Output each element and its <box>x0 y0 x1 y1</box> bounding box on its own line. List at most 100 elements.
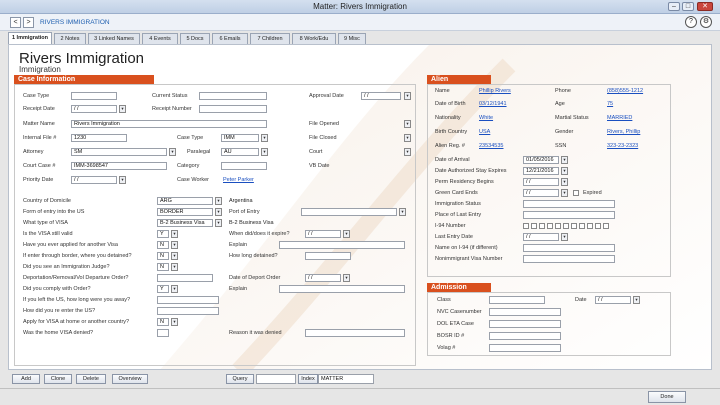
gender-value[interactable]: Rivers, Phillip <box>607 129 640 135</box>
still-valid-field[interactable]: Y <box>157 230 169 238</box>
expired-checkbox[interactable] <box>573 190 579 196</box>
forward-button[interactable]: > <box>23 17 34 28</box>
query-button[interactable]: Query <box>226 374 254 384</box>
last-entry-place-field[interactable] <box>523 211 615 219</box>
tab-children[interactable]: 7 Children <box>250 33 290 44</box>
add-button[interactable]: Add <box>12 374 40 384</box>
judge-dropdown[interactable]: ▾ <box>171 263 178 271</box>
comply-dropdown[interactable]: ▾ <box>171 285 178 293</box>
left-us-field[interactable] <box>157 296 219 304</box>
tab-events[interactable]: 4 Events <box>142 33 178 44</box>
close-button[interactable]: ✕ <box>697 2 713 11</box>
attorney-dropdown[interactable]: ▾ <box>169 148 176 156</box>
apply-home-field[interactable]: N <box>157 318 169 326</box>
tab-misc[interactable]: 9 Misc <box>338 33 366 44</box>
done-button[interactable]: Done <box>648 391 686 403</box>
admission-date-field[interactable]: / / <box>595 296 631 304</box>
reason-denied-field[interactable] <box>305 329 405 337</box>
tab-linked-names[interactable]: 3 Linked Names <box>88 33 140 44</box>
i94-digit[interactable] <box>587 223 593 229</box>
last-entry-date-picker[interactable]: ▾ <box>561 233 568 241</box>
receipt-number-field[interactable] <box>199 105 267 113</box>
court-dropdown[interactable]: ▾ <box>404 148 411 156</box>
i94-digit[interactable] <box>595 223 601 229</box>
reenter-field[interactable] <box>157 307 219 315</box>
deportation-field[interactable] <box>157 274 213 282</box>
ssn-value[interactable]: 323-23-2323 <box>607 143 638 149</box>
index-field[interactable]: MATTER <box>318 374 374 384</box>
overview-button[interactable]: Overview <box>112 374 148 384</box>
tab-work-edu[interactable]: 8 Work/Edu <box>292 33 336 44</box>
perm-res-field[interactable]: / / <box>523 178 559 186</box>
bosr-field[interactable] <box>489 332 561 340</box>
tab-immigration[interactable]: 1 Immigration <box>8 32 52 44</box>
current-status-field[interactable] <box>199 92 267 100</box>
case-type-field[interactable] <box>71 92 117 100</box>
expire-field[interactable]: / / <box>305 230 341 238</box>
applied-other-dropdown[interactable]: ▾ <box>171 241 178 249</box>
form-entry-field[interactable]: BORDER <box>157 208 213 216</box>
maximize-button[interactable]: □ <box>682 2 694 11</box>
breadcrumb[interactable]: RIVERS IMMIGRATION <box>40 19 110 26</box>
internal-file-field[interactable]: 1230 <box>71 134 127 142</box>
age-value[interactable]: 75 <box>607 101 613 107</box>
court-case-field[interactable]: IMM-3698547 <box>71 162 167 170</box>
class-field[interactable] <box>489 296 545 304</box>
delete-button[interactable]: Delete <box>76 374 106 384</box>
still-valid-dropdown[interactable]: ▾ <box>171 230 178 238</box>
i94-digit[interactable] <box>603 223 609 229</box>
judge-field[interactable]: N <box>157 263 169 271</box>
country-domicile-dropdown[interactable]: ▾ <box>215 197 222 205</box>
detained-dropdown[interactable]: ▾ <box>171 252 178 260</box>
expire-picker[interactable]: ▾ <box>343 230 350 238</box>
i94-digit[interactable] <box>547 223 553 229</box>
receipt-date-picker[interactable]: ▾ <box>119 105 126 113</box>
alien-reg-value[interactable]: 23534535 <box>479 143 503 149</box>
home-denied-field[interactable] <box>157 329 169 337</box>
minimize-button[interactable]: – <box>668 2 680 11</box>
priority-date-field[interactable]: / / <box>71 176 117 184</box>
perm-res-picker[interactable]: ▾ <box>561 178 568 186</box>
case-type2-dropdown[interactable]: ▾ <box>261 134 268 142</box>
comply-field[interactable]: Y <box>157 285 169 293</box>
file-opened-picker[interactable]: ▾ <box>404 120 411 128</box>
i94-digit[interactable] <box>531 223 537 229</box>
imm-status-field[interactable] <box>523 200 615 208</box>
stay-expires-picker[interactable]: ▾ <box>561 167 568 175</box>
settings-icon[interactable]: ⚙ <box>700 16 712 28</box>
tab-notes[interactable]: 2 Notes <box>54 33 86 44</box>
i94-digit[interactable] <box>563 223 569 229</box>
stay-expires-field[interactable]: 12/21/2016 <box>523 167 559 175</box>
priority-date-picker[interactable]: ▾ <box>119 176 126 184</box>
deport-date-picker[interactable]: ▾ <box>343 274 350 282</box>
nvc-field[interactable] <box>489 308 561 316</box>
nationality-value[interactable]: White <box>479 115 493 121</box>
i94-digit[interactable] <box>571 223 577 229</box>
visa-type-dropdown[interactable]: ▾ <box>215 219 222 227</box>
tab-docs[interactable]: 5 Docs <box>180 33 210 44</box>
i94-digit[interactable] <box>579 223 585 229</box>
arrival-picker[interactable]: ▾ <box>561 156 568 164</box>
dol-field[interactable] <box>489 320 561 328</box>
alien-name-link[interactable]: Phillip Rivers <box>479 88 511 94</box>
port-entry-dropdown[interactable]: ▾ <box>399 208 406 216</box>
how-long-detained-field[interactable] <box>305 252 351 260</box>
explain1-field[interactable] <box>279 241 405 249</box>
case-worker-link[interactable]: Peter Parker <box>223 177 254 183</box>
apply-home-dropdown[interactable]: ▾ <box>171 318 178 326</box>
form-entry-dropdown[interactable]: ▾ <box>215 208 222 216</box>
file-closed-picker[interactable]: ▾ <box>404 134 411 142</box>
approval-date-field[interactable]: / / <box>361 92 401 100</box>
matter-name-field[interactable]: Rivers Immigration <box>71 120 267 128</box>
case-type2-field[interactable]: IMM <box>221 134 259 142</box>
detained-field[interactable]: N <box>157 252 169 260</box>
country-domicile-field[interactable]: ARG <box>157 197 213 205</box>
applied-other-field[interactable]: N <box>157 241 169 249</box>
admission-date-picker[interactable]: ▾ <box>633 296 640 304</box>
phone-link[interactable]: (858)555-1212 <box>607 88 643 94</box>
paralegal-field[interactable]: AU <box>221 148 259 156</box>
last-entry-date-field[interactable]: / / <box>523 233 559 241</box>
green-card-picker[interactable]: ▾ <box>561 189 568 197</box>
marital-value[interactable]: MARRIED <box>607 115 632 121</box>
name-i94-field[interactable] <box>523 244 615 252</box>
